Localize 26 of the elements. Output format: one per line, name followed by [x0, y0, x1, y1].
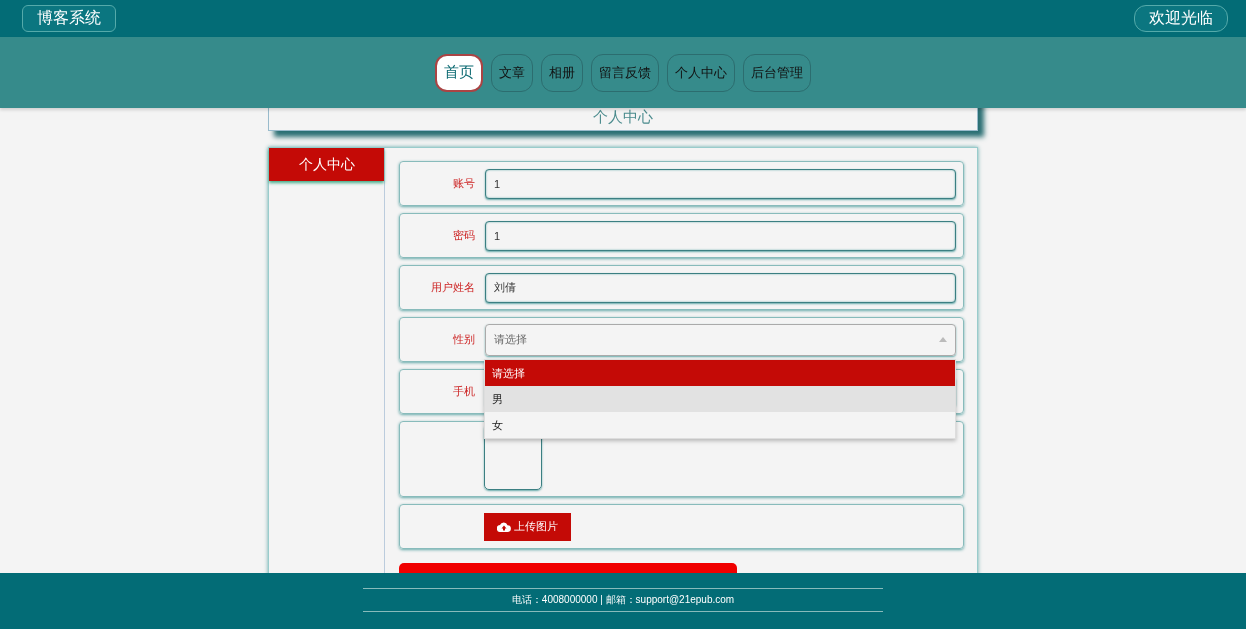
welcome-label: 欢迎光临: [1134, 5, 1228, 32]
caret-icon: [939, 337, 947, 342]
nav-tab[interactable]: 留言反馈: [591, 53, 659, 92]
page-title: 个人中心: [268, 108, 978, 131]
field-label: 性别: [452, 332, 475, 347]
sidebar-item[interactable]: 个人中心: [269, 148, 384, 181]
field-label: 账号: [452, 176, 475, 191]
upload-button[interactable]: 上传图片: [484, 512, 571, 541]
dropdown-option[interactable]: 男: [485, 386, 955, 412]
nav-tab[interactable]: 个人中心: [667, 53, 735, 92]
nav-tab[interactable]: 首页: [435, 53, 483, 92]
contact-info: 电话：4008000000 | 邮箱：support@21epub.com: [511, 593, 735, 607]
dropdown-option[interactable]: 请选择: [485, 360, 955, 386]
field-label: 密码: [452, 228, 475, 243]
select-field[interactable]: 请选择: [485, 323, 956, 356]
cloud-upload-icon: [497, 521, 511, 532]
field-label: 用户姓名: [430, 280, 475, 295]
input-field[interactable]: 1: [485, 168, 956, 199]
input-field[interactable]: 1: [485, 220, 956, 251]
dropdown-option[interactable]: 女: [485, 412, 955, 438]
nav-tab[interactable]: 文章: [491, 53, 533, 92]
nav-tab[interactable]: 相册: [541, 53, 583, 92]
nav-tab[interactable]: 后台管理: [743, 53, 811, 92]
input-field[interactable]: 刘倩: [485, 272, 956, 303]
site-logo[interactable]: 博客系统: [22, 5, 116, 32]
field-label: 手机: [452, 384, 475, 399]
